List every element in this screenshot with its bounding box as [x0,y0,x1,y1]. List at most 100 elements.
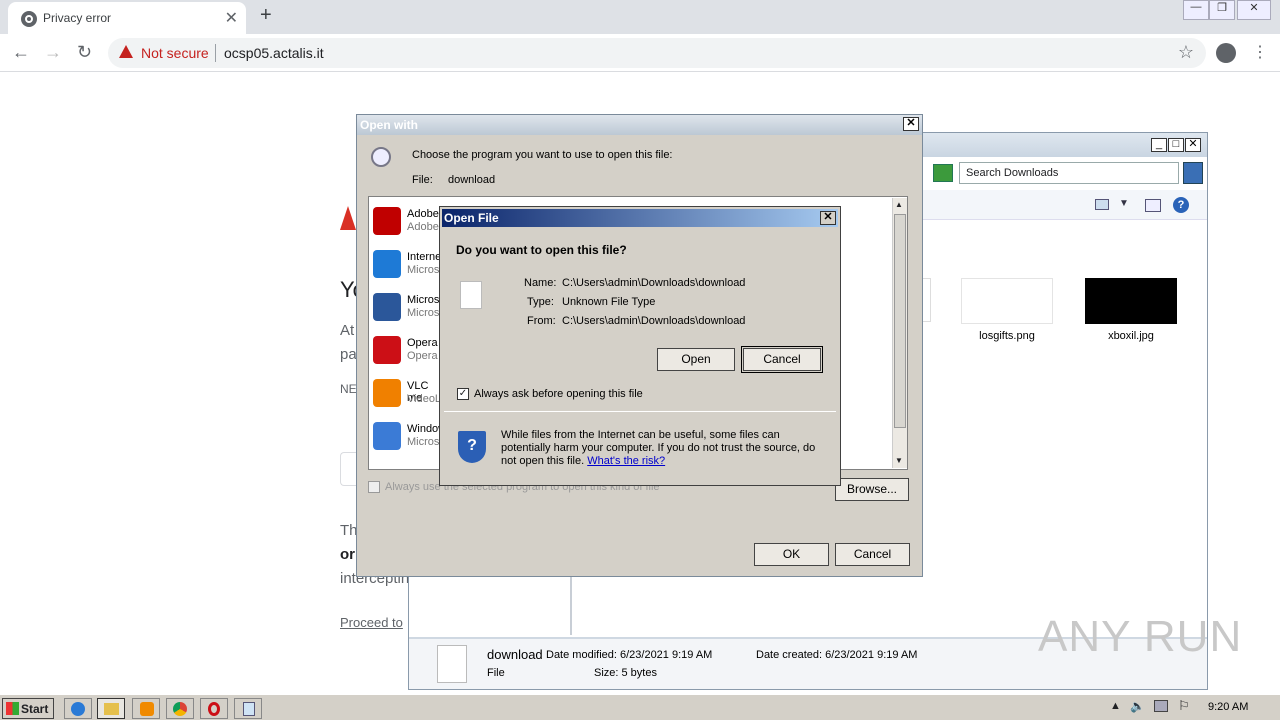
volume-icon[interactable]: 🔈 [1130,699,1145,713]
help-icon[interactable]: ? [1173,197,1189,213]
close-window-icon[interactable]: ✕ [1237,0,1271,20]
details-filename: download [487,647,543,662]
ok-button[interactable]: OK [754,543,829,566]
cancel-button[interactable]: Cancel [741,346,823,373]
opera-taskbar-icon[interactable] [200,698,228,719]
chevron-down-icon[interactable]: ▼ [1119,198,1129,209]
losgifts-thumbnail[interactable] [961,278,1053,324]
tray-expand-icon[interactable]: ▲ [1110,700,1121,712]
file-label: File: [412,174,433,186]
search-input[interactable]: Search Downloads [959,162,1179,184]
details-size: Size: 5 bytes [594,667,657,679]
scroll-down-icon[interactable]: ▼ [895,456,903,465]
anyrun-watermark: ANY RUN [1038,612,1243,661]
back-icon[interactable]: ← [12,42,30,63]
flag-icon[interactable]: ⚐ [1178,698,1190,714]
chrome-taskbar-icon[interactable] [166,698,194,719]
app-name: Micros [407,294,440,306]
page-body-line2: or [340,546,355,563]
warning-text: While files from the Internet can be use… [501,429,816,467]
app-name: Interne [407,251,442,263]
url-text[interactable]: ocsp05.actalis.it [224,45,324,61]
open-file-titlebar: Open File ✕ [442,209,838,227]
open-button[interactable]: Open [657,348,735,371]
not-secure-label[interactable]: Not secure [141,45,209,61]
notepad-taskbar-icon[interactable] [234,698,262,719]
from-value: C:\Users\admin\Downloads\download [562,315,746,327]
explorer-taskbar-icon[interactable] [97,698,125,719]
magnifier-icon [371,147,391,167]
error-icon [340,206,356,230]
cancel-button[interactable]: Cancel [835,543,910,566]
app-icon [373,336,401,364]
app-publisher: Opera [407,350,438,362]
risk-link[interactable]: What's the risk? [587,455,665,467]
file-name-losgifts[interactable]: losgifts.png [969,330,1045,342]
type-label: Type: [527,296,554,308]
media-player-taskbar-icon[interactable] [132,698,160,719]
minimize-icon[interactable]: — [1183,0,1209,20]
bookmark-star-icon[interactable]: ☆ [1178,42,1194,63]
preview-pane-icon[interactable] [1145,199,1161,212]
close-icon[interactable]: ✕ [1185,138,1201,152]
proceed-link[interactable]: Proceed to [340,615,403,630]
program-list-item[interactable]: Adobe Adobe [371,203,441,239]
app-publisher: Adobe [407,221,439,233]
app-icon [373,293,401,321]
app-icon [373,207,401,235]
windows-logo-icon [6,702,19,715]
new-tab-button[interactable]: + [260,4,272,27]
tab-privacy-error[interactable]: Privacy error ✕ [8,2,246,34]
open-file-dialog: Open File ✕ Do you want to open this fil… [439,206,841,486]
network-icon[interactable] [1154,700,1168,712]
error-code: NE [340,382,357,396]
restore-icon[interactable]: ❐ [1209,0,1235,20]
browse-button[interactable]: Browse... [835,478,909,501]
tab-strip: Privacy error ✕ + — ❐ ✕ [0,0,1280,34]
refresh-icon[interactable] [933,164,953,182]
program-list-item[interactable]: Opera Opera [371,332,441,368]
always-ask-checkbox[interactable]: ✓ [457,388,469,400]
page-body-line1: Th [340,522,358,539]
browser-toolbar: ← → ↻ Not secure ocsp05.actalis.it ☆ [0,34,1280,72]
details-type: File [487,667,505,679]
menu-dots-icon[interactable]: ⋮ [1252,42,1268,62]
page-text-line1: At [340,322,355,339]
open-with-titlebar: Open with ✕ [357,115,922,135]
always-ask-label[interactable]: Always ask before opening this file [474,388,643,400]
xboxil-thumbnail[interactable] [1085,278,1177,324]
name-label: Name: [524,277,557,289]
taskbar: Start ▲ 🔈 ⚐ 9:20 AM [0,694,1280,720]
reload-icon[interactable]: ↻ [77,42,92,63]
app-name: Opera [407,337,438,349]
profile-avatar-icon[interactable] [1216,43,1236,63]
program-list-item[interactable]: Window Micros [371,418,446,454]
clock[interactable]: 9:20 AM [1208,701,1248,713]
file-name-xboxil[interactable]: xboxil.jpg [1093,330,1169,342]
program-list-item[interactable]: Micros Micros [371,289,441,325]
warning-icon [119,45,133,58]
list-scrollbar[interactable]: ▲ ▼ [892,198,907,468]
file-icon [460,281,482,309]
forward-icon[interactable]: → [44,42,62,63]
name-value: C:\Users\admin\Downloads\download [562,277,746,289]
file-icon [437,645,467,683]
separator [444,411,836,412]
globe-icon [21,11,37,27]
address-bar[interactable]: Not secure ocsp05.actalis.it ☆ [108,38,1206,68]
scroll-thumb[interactable] [894,214,906,428]
views-icon[interactable] [1095,199,1109,210]
scroll-up-icon[interactable]: ▲ [895,200,903,209]
start-button[interactable]: Start [2,698,54,719]
program-list-item[interactable]: Interne Micros [371,246,441,282]
app-icon [373,422,401,450]
program-list-item[interactable]: VLC me VideoL [371,375,441,411]
close-tab-icon[interactable]: ✕ [225,8,238,28]
search-icon[interactable] [1183,162,1203,184]
close-icon[interactable]: ✕ [903,117,919,131]
always-use-checkbox[interactable] [368,481,380,493]
close-icon[interactable]: ✕ [820,211,836,225]
minimize-icon[interactable]: _ [1151,138,1167,152]
ie-taskbar-icon[interactable] [64,698,92,719]
maximize-icon[interactable]: □ [1168,138,1184,152]
